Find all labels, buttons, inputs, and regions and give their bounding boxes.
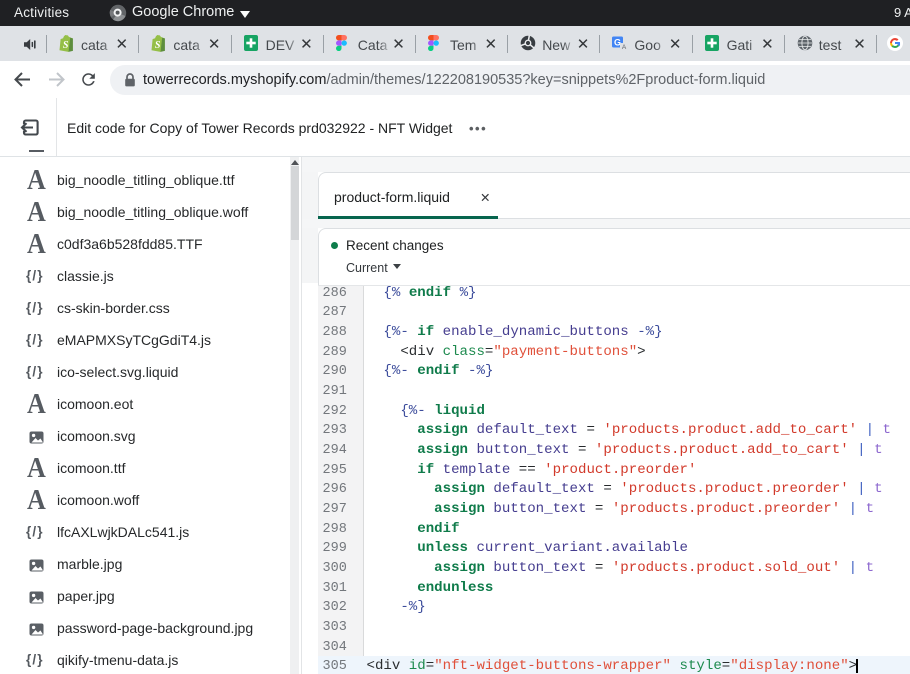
svg-text:G: G	[614, 38, 621, 48]
svg-text:A: A	[622, 44, 627, 51]
svg-text:S: S	[63, 40, 69, 51]
svg-text:S: S	[155, 40, 161, 51]
